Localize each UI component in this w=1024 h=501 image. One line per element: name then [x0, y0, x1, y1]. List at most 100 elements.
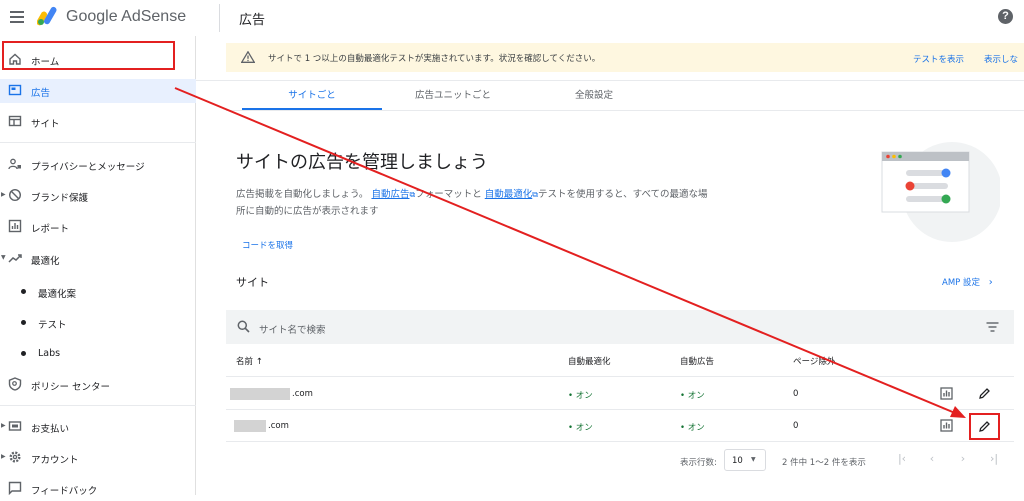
sidebar-item-labs[interactable]: Labs: [0, 342, 196, 366]
sidebar-item-label: レポート: [31, 224, 70, 235]
sidebar: ホーム 広告 サイト プライバシーとメッセージ ▶ ブランド保護 レポート ▼ …: [0, 36, 196, 497]
sidebar-item-experiments[interactable]: テスト: [0, 311, 196, 335]
hero-title: サイトの広告を管理しましょう: [236, 152, 488, 173]
auto-ads-status: • オン: [680, 423, 705, 433]
sidebar-item-brand-safety[interactable]: ▶ ブランド保護: [0, 184, 196, 208]
table-row-divider: [226, 409, 1014, 410]
page-exclusions-count: 0: [793, 389, 799, 399]
row-count: 2 件中 1〜2 件を表示: [782, 458, 866, 468]
redacted-site-name: [234, 420, 266, 432]
search-icon: [237, 320, 250, 333]
view-experiments-link[interactable]: テストを表示: [913, 53, 964, 65]
table-header-divider: [226, 376, 1014, 377]
page-exclusions-count: 0: [793, 421, 799, 431]
filter-icon[interactable]: [986, 322, 999, 332]
column-header-name[interactable]: 名前 ↑: [236, 355, 263, 367]
next-page-icon[interactable]: ›: [957, 453, 969, 465]
chevron-down-icon: ▼: [751, 456, 756, 463]
sidebar-item-sites[interactable]: サイト: [0, 110, 196, 134]
sidebar-divider: [0, 405, 196, 406]
column-header-auto-optimize[interactable]: 自動最適化: [568, 355, 611, 367]
sidebar-item-label: ポリシー センター: [31, 382, 111, 393]
get-code-link[interactable]: コードを取得: [242, 239, 293, 251]
auto-optimize-link[interactable]: 自動最適化: [485, 189, 533, 200]
tab-by-ad-unit[interactable]: 広告ユニットごと: [383, 87, 523, 101]
page-title: 広告: [239, 13, 266, 28]
section-title: サイト: [236, 276, 269, 289]
column-header-auto-ads[interactable]: 自動広告: [680, 355, 714, 367]
sidebar-item-home[interactable]: ホーム: [0, 48, 196, 72]
sidebar-item-label: お支払い: [31, 424, 70, 435]
header-divider: [219, 4, 220, 32]
auto-ads-link[interactable]: 自動広告: [371, 189, 409, 200]
divider: [196, 80, 1024, 81]
chart-icon[interactable]: [940, 387, 953, 400]
sidebar-item-label: 広告: [31, 88, 51, 99]
auto-optimize-status: • オン: [568, 391, 593, 401]
sidebar-item-payments[interactable]: ▶ お支払い: [0, 415, 196, 439]
chart-icon[interactable]: [940, 419, 953, 432]
rows-per-page-select[interactable]: 10 ▼: [724, 449, 766, 471]
sidebar-item-ads[interactable]: 広告: [0, 79, 196, 103]
sidebar-item-privacy[interactable]: プライバシーとメッセージ: [0, 153, 196, 177]
block-icon: [8, 188, 22, 202]
adsense-logo[interactable]: [37, 6, 59, 26]
previous-page-icon[interactable]: ‹: [926, 453, 938, 465]
rows-per-page-label: 表示行数:: [680, 458, 717, 468]
sidebar-item-reports[interactable]: レポート: [0, 215, 196, 239]
tabs-divider: [226, 110, 1024, 111]
sidebar-item-feedback[interactable]: フィードバック: [0, 477, 196, 501]
last-page-icon[interactable]: ›|: [988, 453, 1000, 465]
sidebar-item-account[interactable]: ▶ アカウント: [0, 446, 196, 470]
tab-global-settings[interactable]: 全般設定: [524, 87, 664, 101]
expand-caret-icon[interactable]: ▶: [1, 453, 6, 460]
sidebar-item-label: プライバシーとメッセージ: [31, 162, 145, 173]
search-input[interactable]: サイト名で検索: [259, 322, 326, 336]
rows-per-page-value: 10: [732, 456, 743, 466]
reports-icon: [8, 219, 22, 233]
site-name[interactable]: .com: [268, 421, 289, 431]
warning-icon: [241, 51, 255, 63]
feedback-icon: [8, 481, 22, 495]
sidebar-item-label: Labs: [38, 348, 61, 359]
site-name[interactable]: .com: [292, 389, 313, 399]
sidebar-item-label: テスト: [38, 320, 67, 331]
sites-icon: [8, 115, 22, 127]
experiment-banner: サイトで 1 つ以上の自動最適化テストが実施されています。状況を確認してください…: [226, 43, 1024, 72]
sidebar-item-suggestions[interactable]: 最適化案: [0, 280, 196, 304]
pagination: 表示行数: 10 ▼ 2 件中 1〜2 件を表示 |‹ ‹ › ›|: [226, 448, 1024, 474]
first-page-icon[interactable]: |‹: [896, 453, 908, 465]
amp-settings-label: AMP 設定: [942, 278, 980, 288]
column-header-page-exclusions[interactable]: ページ除外: [793, 355, 835, 367]
expand-caret-icon[interactable]: ▶: [1, 191, 6, 198]
amp-settings-link[interactable]: AMP 設定 ›: [942, 276, 993, 288]
auto-ads-status: • オン: [680, 391, 705, 401]
auto-optimize-status: • オン: [568, 423, 593, 433]
bullet-icon: [21, 320, 26, 325]
hero-text: 広告掲載を自動化しましょう。: [236, 189, 369, 200]
bullet-icon: [21, 289, 26, 294]
pencil-icon[interactable]: [978, 420, 991, 433]
help-icon[interactable]: ?: [998, 9, 1013, 24]
payments-icon: [8, 421, 22, 431]
top-bar: Google AdSense 広告 ?: [0, 0, 1024, 36]
dismiss-banner-link[interactable]: 表示しな: [984, 53, 1018, 65]
menu-icon[interactable]: [10, 11, 24, 23]
sidebar-item-label: アカウント: [31, 455, 79, 466]
chevron-right-icon: ›: [988, 277, 993, 288]
sidebar-item-optimization[interactable]: ▼ 最適化: [0, 247, 196, 271]
sidebar-item-label: 最適化案: [38, 289, 77, 300]
tab-by-site[interactable]: サイトごと: [242, 87, 382, 101]
expand-caret-icon[interactable]: ▶: [1, 422, 6, 429]
search-bar[interactable]: サイト名で検索: [226, 310, 1014, 344]
pencil-icon[interactable]: [978, 387, 991, 400]
table-row-divider: [226, 441, 1014, 442]
privacy-icon: [8, 158, 21, 170]
hero-text: フォーマットと: [415, 189, 482, 200]
collapse-caret-icon[interactable]: ▼: [1, 254, 6, 261]
sidebar-item-policy-center[interactable]: ポリシー センター: [0, 373, 196, 397]
sidebar-item-label: サイト: [31, 119, 60, 130]
redacted-site-name: [230, 388, 290, 400]
banner-message: サイトで 1 つ以上の自動最適化テストが実施されています。状況を確認してください…: [268, 54, 601, 64]
sidebar-item-label: 最適化: [31, 256, 60, 267]
